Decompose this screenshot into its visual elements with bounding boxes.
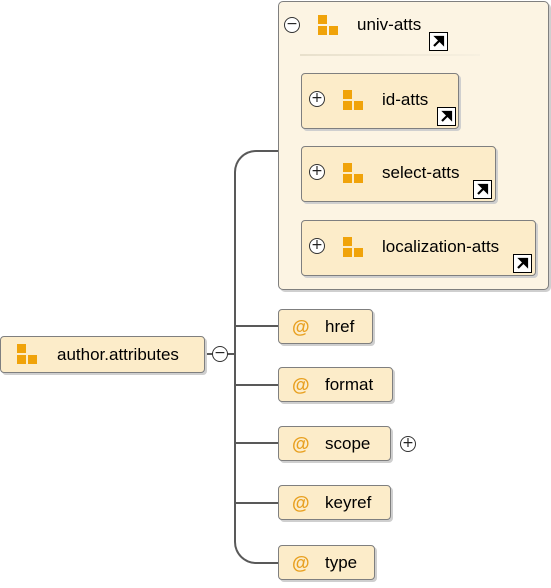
- connector-to-group: [234, 150, 278, 180]
- localization-atts-node[interactable]: + localization-atts: [301, 220, 536, 276]
- connector-trunk: [234, 178, 236, 534]
- attribute-at-icon: @: [292, 317, 310, 337]
- id-atts-expand-toggle[interactable]: +: [309, 91, 325, 107]
- attribute-scope[interactable]: @ scope: [278, 426, 391, 461]
- group-separator: [300, 54, 480, 56]
- select-atts-label: select-atts: [382, 163, 460, 182]
- connector-keyref: [236, 502, 278, 504]
- attribute-group-icon: [17, 344, 39, 366]
- attribute-at-icon: @: [292, 493, 310, 513]
- external-link-icon[interactable]: [513, 254, 532, 273]
- root-node[interactable]: author.attributes: [0, 336, 205, 373]
- attribute-label: type: [325, 553, 358, 572]
- select-atts-node[interactable]: + select-atts: [301, 146, 496, 202]
- attribute-at-icon: @: [292, 553, 310, 573]
- attribute-format[interactable]: @ format: [278, 367, 393, 402]
- attribute-at-icon: @: [292, 375, 310, 395]
- attribute-group-icon: [343, 237, 365, 259]
- id-atts-label: id-atts: [382, 90, 429, 109]
- attribute-group-icon: [343, 163, 365, 185]
- id-atts-node[interactable]: + id-atts: [301, 73, 459, 129]
- localization-atts-expand-toggle[interactable]: +: [309, 238, 325, 254]
- attribute-label: format: [325, 375, 374, 394]
- root-collapse-toggle[interactable]: −: [212, 346, 228, 362]
- connector-href: [236, 325, 278, 327]
- univ-atts-label[interactable]: univ-atts: [357, 15, 421, 35]
- attribute-label: scope: [325, 434, 371, 453]
- attribute-keyref[interactable]: @ keyref: [278, 485, 391, 520]
- univ-atts-collapse-toggle[interactable]: −: [284, 17, 300, 33]
- attribute-type[interactable]: @ type: [278, 545, 375, 580]
- root-node-label: author.attributes: [57, 345, 179, 364]
- attribute-group-icon: [343, 90, 365, 112]
- attribute-group-icon: [318, 15, 340, 37]
- connector-to-type: [234, 532, 278, 564]
- external-link-icon[interactable]: [437, 107, 456, 126]
- scope-expand-toggle[interactable]: +: [400, 436, 416, 452]
- attribute-label: href: [325, 317, 355, 336]
- attribute-label: keyref: [325, 493, 372, 512]
- attribute-href[interactable]: @ href: [278, 309, 373, 344]
- attribute-at-icon: @: [292, 434, 310, 454]
- external-link-icon[interactable]: [473, 180, 492, 199]
- localization-atts-label: localization-atts: [382, 237, 500, 256]
- external-link-icon[interactable]: [429, 32, 448, 51]
- select-atts-expand-toggle[interactable]: +: [309, 164, 325, 180]
- connector-scope: [236, 442, 278, 444]
- connector-format: [236, 384, 278, 386]
